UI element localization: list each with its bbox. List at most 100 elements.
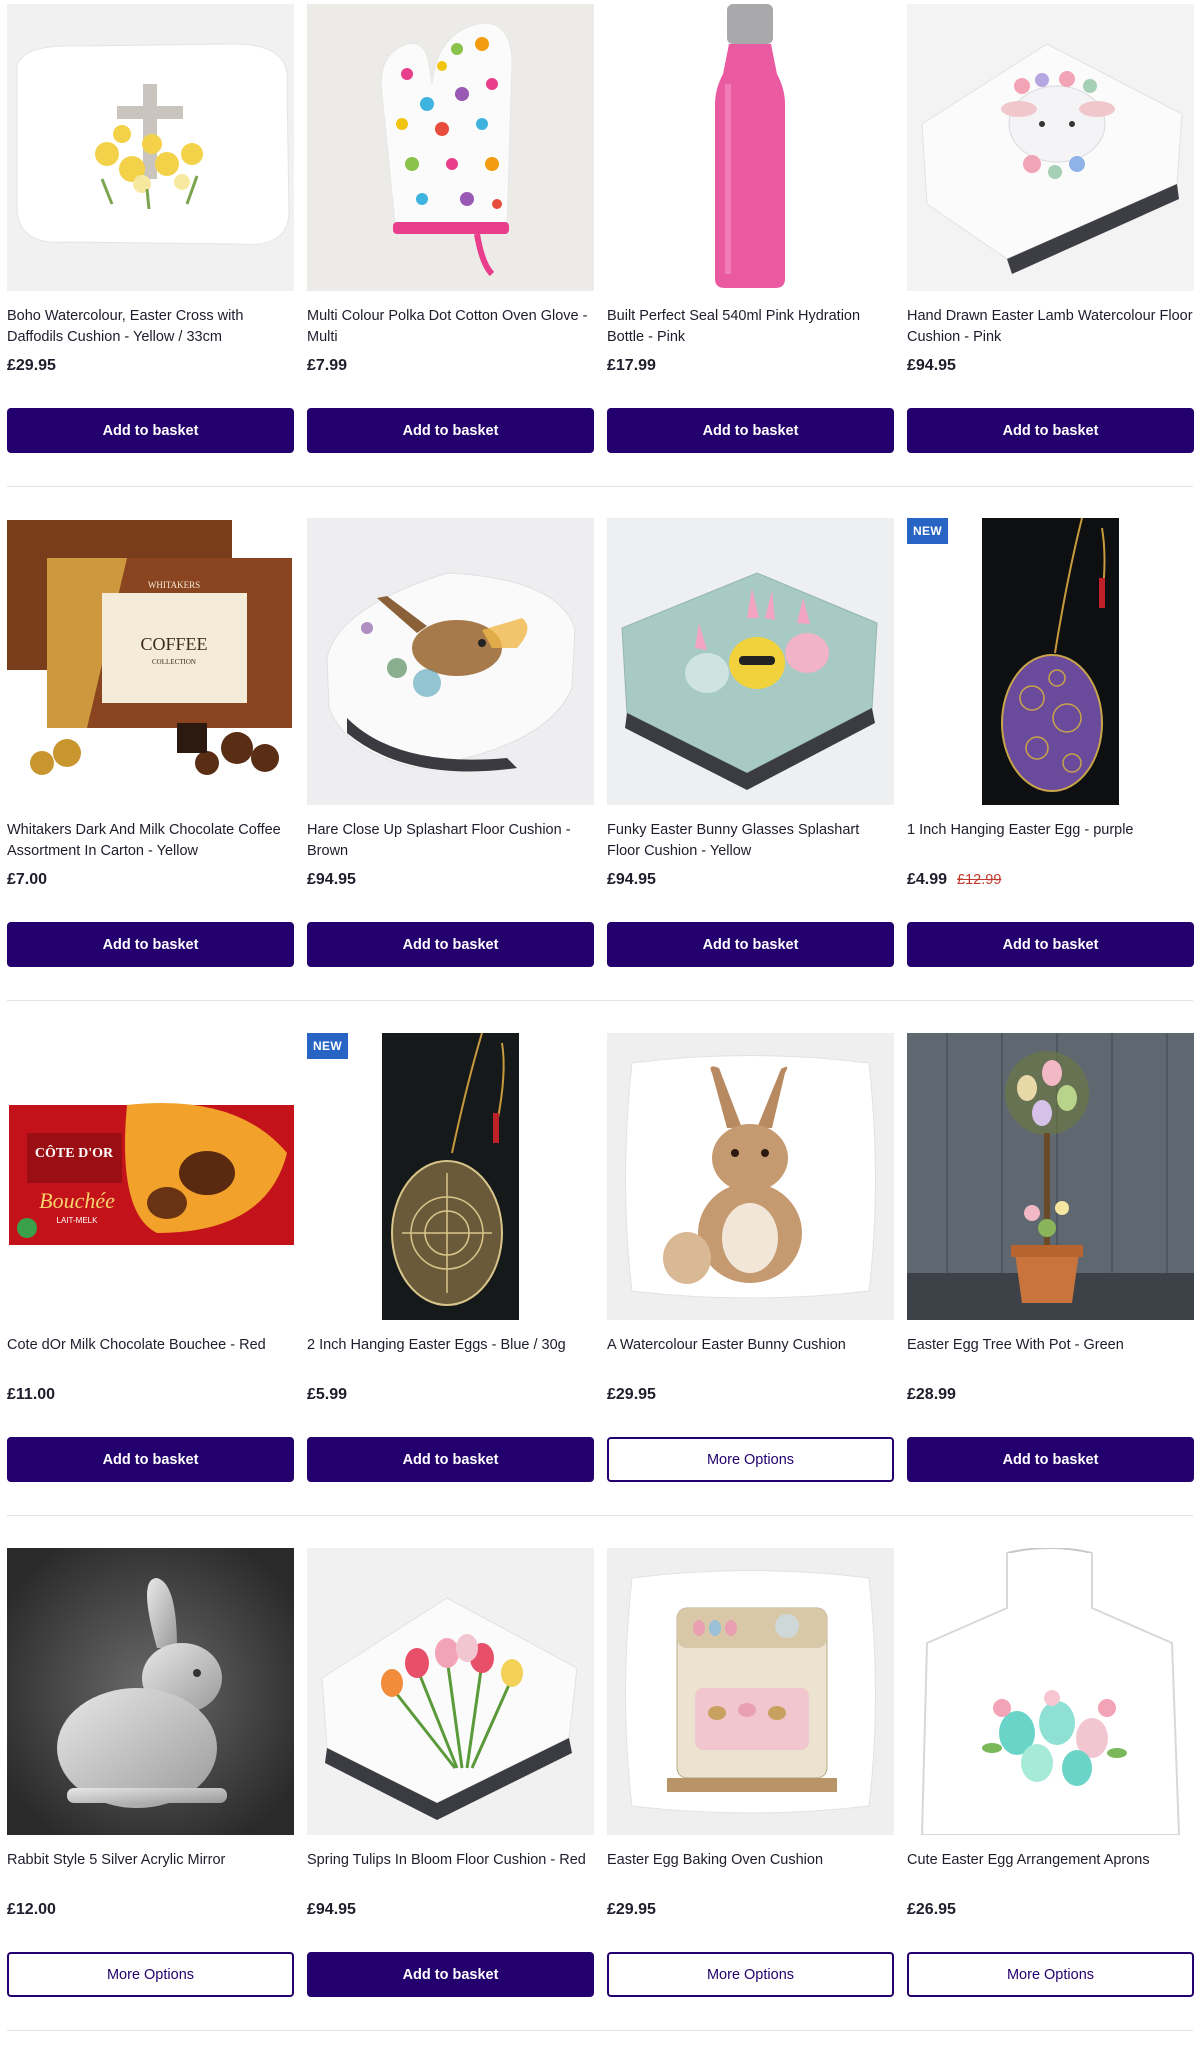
product-title[interactable]: A Watercolour Easter Bunny Cushion xyxy=(607,1335,894,1356)
product-title[interactable]: Rabbit Style 5 Silver Acrylic Mirror xyxy=(7,1850,294,1871)
product-title[interactable]: 1 Inch Hanging Easter Egg - purple xyxy=(907,820,1194,841)
current-price: £29.95 xyxy=(607,1901,656,1918)
product-price: £12.00 xyxy=(7,1901,56,1919)
product-price: £29.95 xyxy=(607,1386,656,1404)
product-price: £4.99 £12.99 xyxy=(907,871,1001,889)
product-image-purple-hanging-egg[interactable]: NEW xyxy=(907,518,1194,805)
current-price: £7.00 xyxy=(7,871,48,888)
more-options-button[interactable]: More Options xyxy=(607,1437,894,1482)
add-to-basket-button[interactable]: Add to basket xyxy=(7,408,294,453)
box-product-text: Bouchée xyxy=(39,1188,115,1213)
product-image-oven-cushion[interactable] xyxy=(607,1548,894,1835)
product-title[interactable]: Built Perfect Seal 540ml Pink Hydration … xyxy=(607,306,894,348)
more-options-button[interactable]: More Options xyxy=(7,1952,294,1997)
product-card: Easter Egg Tree With Pot - Green £28.99 … xyxy=(907,1033,1194,1547)
current-price: £5.99 xyxy=(307,1386,348,1403)
product-image-polka-dot-oven-glove[interactable] xyxy=(307,4,594,291)
add-to-basket-button[interactable]: Add to basket xyxy=(907,408,1194,453)
row-divider xyxy=(7,1515,1193,1516)
product-card: Spring Tulips In Bloom Floor Cushion - R… xyxy=(307,1548,594,2062)
product-card: A Watercolour Easter Bunny Cushion £29.9… xyxy=(607,1033,894,1547)
new-badge: NEW xyxy=(907,518,948,544)
add-to-basket-button[interactable]: Add to basket xyxy=(7,922,294,967)
product-price: £5.99 xyxy=(307,1386,347,1404)
product-title[interactable]: Whitakers Dark And Milk Chocolate Coffee… xyxy=(7,820,294,862)
product-price: £94.95 xyxy=(907,357,956,375)
product-price: £26.95 xyxy=(907,1901,956,1919)
product-title[interactable]: Hare Close Up Splashart Floor Cushion - … xyxy=(307,820,594,862)
current-price: £94.95 xyxy=(307,1901,356,1918)
product-image-gold-hanging-egg[interactable]: NEW xyxy=(307,1033,594,1320)
product-price: £7.99 xyxy=(307,357,347,375)
product-price: £29.95 xyxy=(7,357,56,375)
current-price: £94.95 xyxy=(307,871,356,888)
product-title[interactable]: Hand Drawn Easter Lamb Watercolour Floor… xyxy=(907,306,1194,348)
current-price: £17.99 xyxy=(607,357,656,374)
current-price: £28.99 xyxy=(907,1386,956,1403)
current-price: £29.95 xyxy=(7,357,56,374)
product-row: Rabbit Style 5 Silver Acrylic Mirror £12… xyxy=(7,1548,1194,2062)
product-row: WHITAKERS COFFEE COLLECTION Whitakers Da… xyxy=(7,518,1194,1032)
product-image-bunny-glasses-cushion[interactable] xyxy=(607,518,894,805)
product-image-coffee-chocolate-box[interactable]: WHITAKERS COFFEE COLLECTION xyxy=(7,518,294,805)
box-sub-text: LAIT-MELK xyxy=(57,1216,99,1225)
product-card: CÔTE D'OR Bouchée LAIT-MELK Cote dOr Mil… xyxy=(7,1033,294,1547)
product-price: £11.00 xyxy=(7,1386,55,1404)
product-card: Funky Easter Bunny Glasses Splashart Flo… xyxy=(607,518,894,1032)
current-price: £7.99 xyxy=(307,357,348,374)
box-brand-text: WHITAKERS xyxy=(148,580,200,590)
current-price: £4.99 xyxy=(907,871,948,888)
product-card: Hand Drawn Easter Lamb Watercolour Floor… xyxy=(907,4,1194,518)
product-title[interactable]: Funky Easter Bunny Glasses Splashart Flo… xyxy=(607,820,894,862)
product-title[interactable]: Cote dOr Milk Chocolate Bouchee - Red xyxy=(7,1335,294,1356)
product-title[interactable]: Spring Tulips In Bloom Floor Cushion - R… xyxy=(307,1850,594,1871)
add-to-basket-button[interactable]: Add to basket xyxy=(307,1437,594,1482)
product-image-lamb-floor-cushion[interactable] xyxy=(907,4,1194,291)
product-row: CÔTE D'OR Bouchée LAIT-MELK Cote dOr Mil… xyxy=(7,1033,1194,1547)
product-image-hare-floor-cushion[interactable] xyxy=(307,518,594,805)
product-price: £28.99 xyxy=(907,1386,956,1404)
product-image-cote-dor-bouchee[interactable]: CÔTE D'OR Bouchée LAIT-MELK xyxy=(7,1033,294,1320)
add-to-basket-button[interactable]: Add to basket xyxy=(907,922,1194,967)
row-divider xyxy=(7,1000,1193,1001)
product-image-tulips-cushion[interactable] xyxy=(307,1548,594,1835)
row-divider xyxy=(7,486,1193,487)
product-card: Hare Close Up Splashart Floor Cushion - … xyxy=(307,518,594,1032)
product-image-bunny-cushion[interactable] xyxy=(607,1033,894,1320)
add-to-basket-button[interactable]: Add to basket xyxy=(607,408,894,453)
product-title[interactable]: Cute Easter Egg Arrangement Aprons xyxy=(907,1850,1194,1871)
product-image-cross-daffodils-cushion[interactable] xyxy=(7,4,294,291)
more-options-button[interactable]: More Options xyxy=(907,1952,1194,1997)
product-price: £94.95 xyxy=(307,1901,356,1919)
product-card: WHITAKERS COFFEE COLLECTION Whitakers Da… xyxy=(7,518,294,1032)
box-product-text: COFFEE xyxy=(140,634,207,654)
current-price: £26.95 xyxy=(907,1901,956,1918)
product-title[interactable]: 2 Inch Hanging Easter Eggs - Blue / 30g xyxy=(307,1335,594,1356)
product-card: Boho Watercolour, Easter Cross with Daff… xyxy=(7,4,294,518)
add-to-basket-button[interactable]: Add to basket xyxy=(307,408,594,453)
more-options-button[interactable]: More Options xyxy=(607,1952,894,1997)
new-badge: NEW xyxy=(307,1033,348,1059)
product-title[interactable]: Boho Watercolour, Easter Cross with Daff… xyxy=(7,306,294,348)
product-card: Multi Colour Polka Dot Cotton Oven Glove… xyxy=(307,4,594,518)
product-image-egg-tree-pot[interactable] xyxy=(907,1033,1194,1320)
add-to-basket-button[interactable]: Add to basket xyxy=(7,1437,294,1482)
product-card: Rabbit Style 5 Silver Acrylic Mirror £12… xyxy=(7,1548,294,2062)
product-title[interactable]: Easter Egg Baking Oven Cushion xyxy=(607,1850,894,1871)
product-price: £29.95 xyxy=(607,1901,656,1919)
product-image-rabbit-mirror[interactable] xyxy=(7,1548,294,1835)
current-price: £29.95 xyxy=(607,1386,656,1403)
product-image-pink-hydration-bottle[interactable] xyxy=(607,4,894,291)
add-to-basket-button[interactable]: Add to basket xyxy=(607,922,894,967)
product-title[interactable]: Easter Egg Tree With Pot - Green xyxy=(907,1335,1194,1356)
add-to-basket-button[interactable]: Add to basket xyxy=(907,1437,1194,1482)
add-to-basket-button[interactable]: Add to basket xyxy=(307,1952,594,1997)
add-to-basket-button[interactable]: Add to basket xyxy=(307,922,594,967)
product-image-easter-apron[interactable] xyxy=(907,1548,1194,1835)
product-title[interactable]: Multi Colour Polka Dot Cotton Oven Glove… xyxy=(307,306,594,348)
product-card: NEW 2 Inch Hanging Easter Eggs - Blue / … xyxy=(307,1033,594,1547)
row-divider xyxy=(7,2030,1193,2031)
box-brand-text: CÔTE D'OR xyxy=(35,1144,114,1161)
current-price: £11.00 xyxy=(7,1386,56,1403)
was-price: £12.99 xyxy=(957,872,1002,888)
